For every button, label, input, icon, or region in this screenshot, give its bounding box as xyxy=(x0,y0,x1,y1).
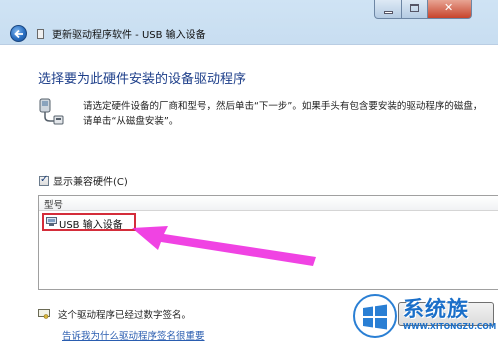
list-header: 型号 xyxy=(39,196,498,211)
watermark-url: WWW.XITONGZU.COM xyxy=(403,322,497,331)
back-button[interactable] xyxy=(10,25,27,42)
annotation-arrow xyxy=(132,226,316,266)
show-compatible-checkbox[interactable] xyxy=(39,174,49,186)
usb-device-icon xyxy=(46,217,57,226)
column-header-model[interactable]: 型号 xyxy=(44,197,63,211)
minimize-button[interactable] xyxy=(374,0,402,19)
close-button[interactable] xyxy=(428,0,472,19)
signed-driver-icon xyxy=(38,309,50,319)
back-arrow-icon xyxy=(14,29,23,39)
page-heading: 选择要为此硬件安装的设备驱动程序 xyxy=(38,72,247,87)
instruction-text: 请选定硬件设备的厂商和型号，然后单击“下一步”。如果手头有包含要安装的驱动程序的… xyxy=(83,101,483,127)
list-item[interactable]: USB 输入设备 xyxy=(42,213,136,231)
watermark-logo xyxy=(353,294,397,338)
title-bar: 更新驱动程序软件 - USB 输入设备 xyxy=(0,0,498,44)
window-controls xyxy=(374,0,494,20)
watermark: 系统族 WWW.XITONGZU.COM xyxy=(345,288,498,343)
show-compatible-label: 显示兼容硬件(C) xyxy=(53,177,128,188)
wizard-icon xyxy=(37,29,44,39)
hardware-install-icon xyxy=(39,98,64,125)
signed-driver-note: 这个驱动程序已经过数字签名。 xyxy=(38,307,191,321)
windows-logo-icon xyxy=(363,304,387,330)
show-compatible-option[interactable]: 显示兼容硬件(C) xyxy=(39,173,128,188)
driver-signing-link[interactable]: 告诉我为什么驱动程序签名很重要 xyxy=(62,328,205,342)
list-item-label: USB 输入设备 xyxy=(59,220,123,231)
maximize-button[interactable] xyxy=(402,0,428,19)
signed-driver-text: 这个驱动程序已经过数字签名。 xyxy=(58,310,192,321)
watermark-text: 系统族 xyxy=(403,297,469,321)
window-title: 更新驱动程序软件 - USB 输入设备 xyxy=(52,30,206,41)
